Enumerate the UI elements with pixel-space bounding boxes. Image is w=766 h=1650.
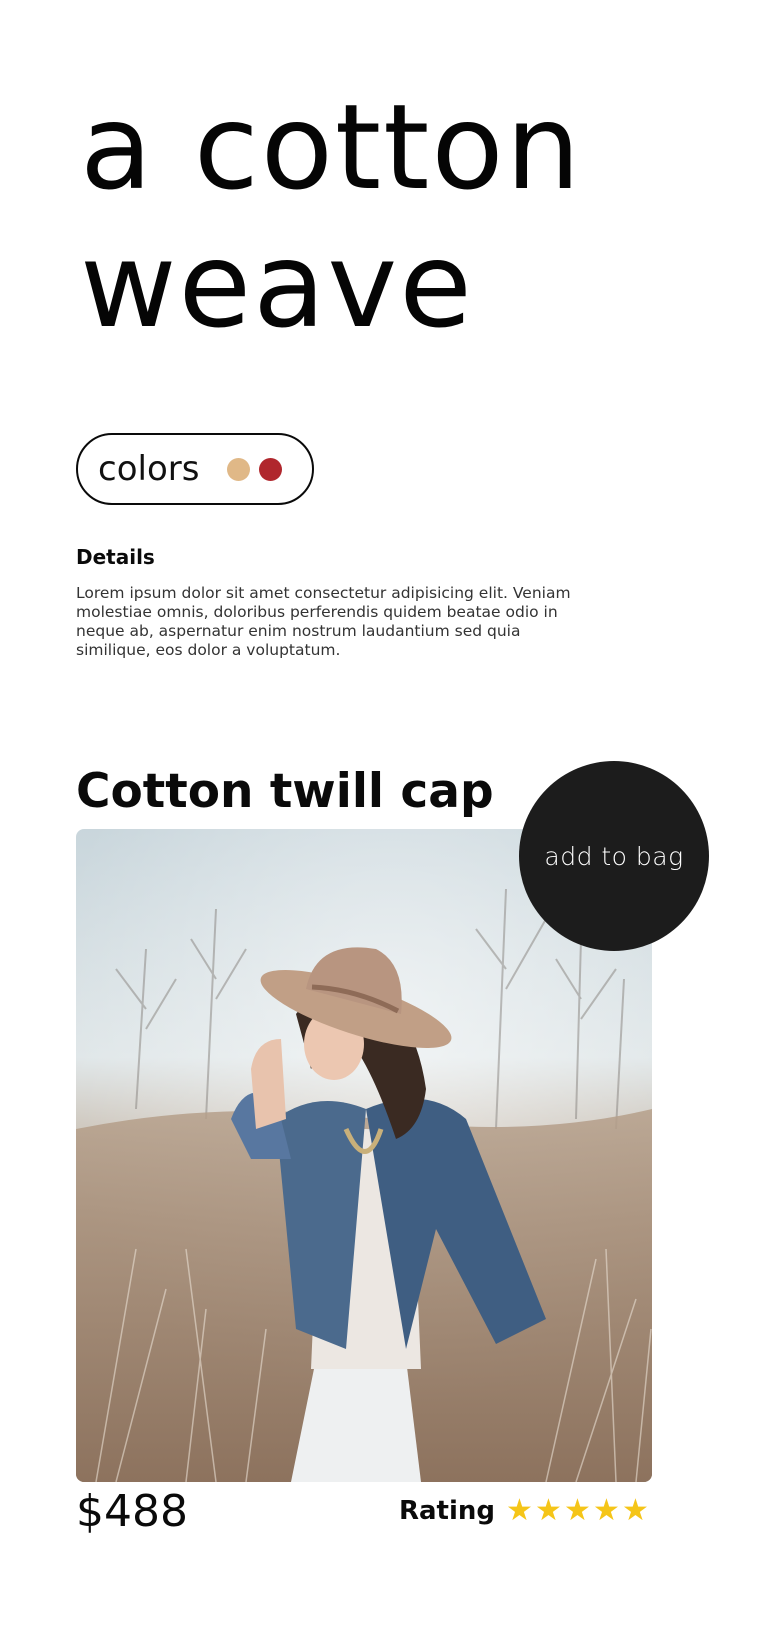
details-heading: Details [76,545,155,569]
details-description: Lorem ipsum dolor sit amet consectetur a… [76,584,571,659]
colors-label: colors [98,449,200,489]
rating-stars: ★ ★ ★ ★ ★ [505,1494,650,1528]
product-rating: Rating ★ ★ ★ ★ ★ [399,1494,650,1528]
color-swatch-red[interactable] [259,457,283,481]
product-title: Cotton twill cap [76,764,494,819]
product-price: $488 [76,1486,188,1537]
color-swatch-tan[interactable] [227,457,251,481]
rating-label: Rating [398,1496,495,1526]
colors-selector[interactable]: colors [76,433,314,505]
star-icon: ★ [535,1493,562,1528]
hero-title: a cotton weave [80,78,583,354]
add-to-bag-button[interactable]: add to bag [519,761,709,951]
star-icon: ★ [506,1493,533,1528]
star-icon: ★ [593,1493,620,1528]
star-icon: ★ [622,1493,649,1528]
star-icon: ★ [564,1493,591,1528]
